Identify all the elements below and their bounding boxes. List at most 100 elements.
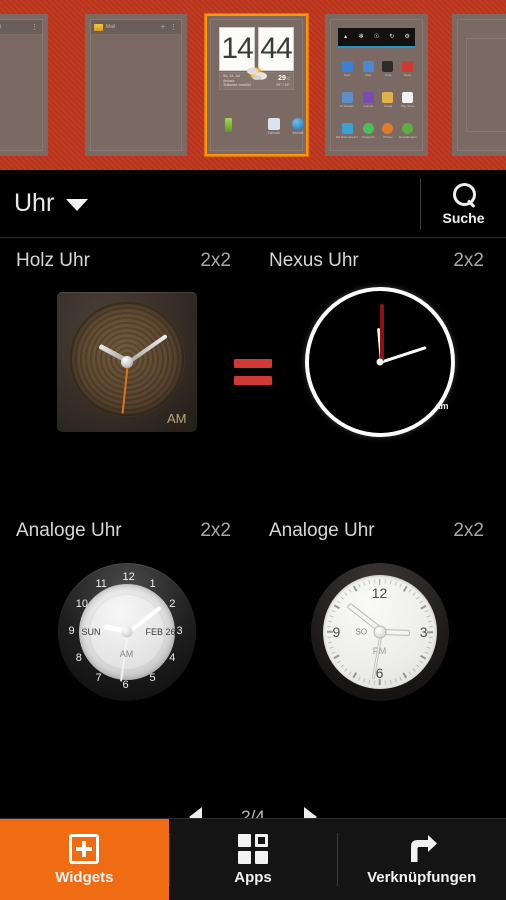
widget-item-analoge-uhr-light[interactable]: Analoge Uhr 2x2 12 3 6 9 SO PM [253, 508, 506, 778]
tab-apps[interactable]: Apps [168, 819, 338, 900]
widget-row-2: Analoge Uhr 2x2 12 1 2 3 4 5 6 7 8 9 10 11 SUN FEB … [0, 508, 506, 900]
tick [339, 664, 344, 668]
tab-shortcuts[interactable]: Verknüpfungen [337, 819, 506, 900]
tick [426, 615, 431, 618]
tick [428, 625, 433, 628]
app-item[interactable]: M. Medien [336, 85, 358, 115]
preview-canvas [457, 19, 506, 151]
tick [362, 678, 365, 683]
app-item[interactable]: Play Store [398, 85, 417, 115]
preview-canvas: ...anübersicht ⋮ [0, 19, 43, 151]
tick [399, 583, 402, 587]
quick-toggle-bar[interactable]: ▴ ✻ ☉ ↻ ⚙ [338, 28, 415, 48]
numeral-3: 3 [176, 625, 183, 637]
widget-preview[interactable]: AM [0, 272, 253, 452]
numeral-9: 9 [332, 624, 341, 640]
dock-item[interactable]: Internet [291, 118, 305, 135]
home-screen-preview-2[interactable]: Mail + ⋮ [85, 14, 187, 156]
preview-title: Mail [106, 24, 116, 30]
widget-item-analoge-uhr-dark[interactable]: Analoge Uhr 2x2 12 1 2 3 4 5 6 7 8 9 10 11 SUN FEB … [0, 508, 253, 778]
battery-icon [224, 118, 232, 132]
home-screen-preview-4[interactable]: ▴ ✻ ☉ ↻ ⚙ Apps Web Tools News M. Medien … [325, 14, 428, 156]
home-screen-preview-3-selected[interactable]: 14 44 So, 14. Jul Ankara Teilweise bewöl… [205, 14, 308, 156]
home-screen-preview-1[interactable]: ...anübersicht ⋮ [0, 14, 48, 156]
tick [326, 636, 331, 639]
wooden-analog-clock: AM [56, 292, 197, 432]
home-screen-preview-5[interactable] [452, 14, 506, 156]
app-label: Sozial [383, 104, 393, 108]
second-hand [379, 304, 384, 362]
dock-label: Internet [292, 131, 304, 135]
app-item[interactable]: Games [359, 85, 378, 115]
widget-picker-screen: ...anübersicht ⋮ Mail + ⋮ 1 4 [0, 0, 506, 900]
home-screen-preview-strip[interactable]: ...anübersicht ⋮ Mail + ⋮ 14 [0, 0, 506, 170]
equals-bar-bottom [234, 376, 272, 385]
overflow-menu-icon[interactable]: ⋮ [169, 24, 178, 31]
numeral-8: 8 [75, 652, 82, 664]
widget-preview[interactable]: 12 1 2 3 4 5 6 7 8 9 10 11 SUN FEB 26 AM [0, 542, 253, 722]
numeral-4: 4 [169, 652, 176, 664]
clock-pivot [121, 626, 132, 638]
tick [367, 580, 370, 584]
app-item[interactable]: Photos [379, 116, 398, 146]
app-item[interactable]: Hangouts [359, 116, 378, 146]
tick [402, 672, 407, 679]
tick [412, 592, 416, 596]
tick [326, 625, 331, 628]
app-item[interactable]: Tools [379, 54, 398, 84]
numeral-7: 7 [95, 671, 102, 684]
dock-label: Kalender [267, 131, 281, 135]
plus-icon[interactable]: + [160, 24, 166, 31]
light-analog-clock: 12 3 6 9 SO PM [310, 563, 449, 701]
widget-size: 2x2 [453, 250, 484, 271]
app-item[interactable]: Web [359, 54, 378, 84]
search-icon [451, 182, 477, 208]
calendar-icon [268, 118, 280, 130]
tick [339, 596, 344, 600]
tick [384, 681, 386, 685]
bluetooth-icon[interactable]: ✻ [358, 34, 365, 41]
app-item[interactable]: News [398, 54, 417, 84]
envelope-icon [94, 23, 103, 31]
app-item[interactable]: Sozial [379, 85, 398, 115]
widget-item-nexus-uhr[interactable]: Nexus Uhr 2x2 am [253, 238, 506, 508]
equals-bar-top [234, 359, 272, 368]
widget-preview[interactable]: 12 3 6 9 SO PM [253, 542, 506, 722]
app-label: Play Store [400, 104, 415, 108]
tick [336, 600, 340, 604]
app-item[interactable]: Einstellungen [398, 116, 417, 146]
rotate-icon[interactable]: ↻ [388, 34, 395, 41]
category-dropdown[interactable]: Uhr [0, 170, 89, 237]
app-item[interactable]: Apps [336, 54, 358, 84]
preview-canvas: Mail + ⋮ [90, 19, 182, 151]
tick [419, 600, 423, 604]
tick [412, 668, 416, 672]
tab-widgets[interactable]: Widgets [0, 819, 169, 900]
ampm-label: AM [119, 648, 134, 659]
widget-item-holz-uhr[interactable]: Holz Uhr 2x2 AM [0, 238, 253, 508]
numeral-6: 6 [122, 679, 129, 691]
widget-picker-header: Uhr Suche [0, 170, 506, 238]
dock-item[interactable]: Kalender [267, 118, 281, 135]
overflow-menu-icon[interactable]: ⋮ [30, 24, 39, 31]
tick [408, 588, 412, 593]
tick [357, 583, 360, 587]
settings-gear-icon[interactable]: ⚙ [404, 34, 411, 41]
tick [384, 579, 386, 583]
brightness-icon[interactable]: ☉ [373, 34, 380, 41]
dock-item[interactable] [221, 118, 235, 133]
tick [347, 588, 351, 593]
numeral-9: 9 [68, 625, 75, 637]
preview-titlebar: ...anübersicht ⋮ [0, 20, 42, 35]
app-label: M. Medien [339, 104, 354, 108]
tick [419, 654, 426, 660]
search-button[interactable]: Suche [421, 170, 506, 237]
widget-header: Nexus Uhr 2x2 [253, 238, 506, 272]
app-item[interactable]: ES Datei Explorer [336, 116, 358, 146]
app-label: Photos [383, 135, 393, 139]
wifi-icon[interactable]: ▴ [342, 34, 349, 41]
app-label: Hangouts [361, 135, 375, 139]
widget-preview[interactable]: am [253, 272, 506, 452]
preview-titlebar: Mail + ⋮ [91, 20, 181, 35]
widget-size: 2x2 [200, 520, 231, 541]
